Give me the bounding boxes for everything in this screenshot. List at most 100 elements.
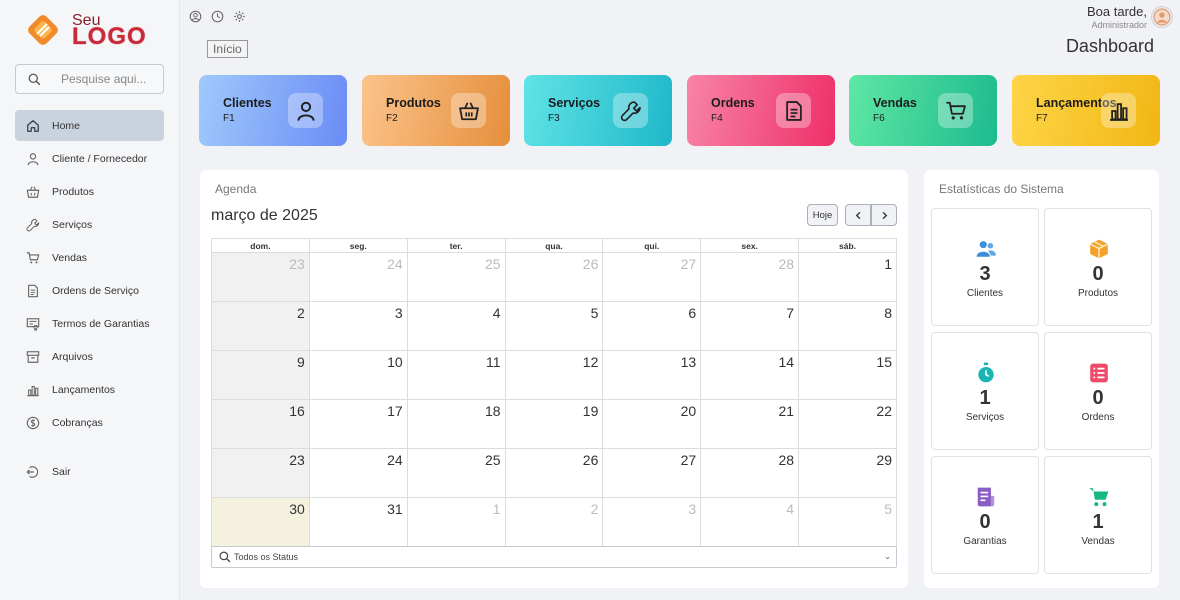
cart-icon bbox=[26, 251, 40, 263]
weekday-label: qua. bbox=[504, 238, 604, 253]
calendar-day[interactable]: 23 bbox=[211, 252, 310, 302]
sidebar-item-ordens[interactable]: Ordens de Serviço bbox=[15, 275, 164, 306]
sidebar-item-arquivos[interactable]: Arquivos bbox=[15, 341, 164, 372]
calendar-week: 9 10 11 12 13 14 15 bbox=[211, 350, 897, 400]
calendar-day-today[interactable]: 30 bbox=[211, 497, 310, 547]
gear-icon[interactable] bbox=[233, 10, 247, 24]
calendar-day[interactable]: 31 bbox=[308, 497, 408, 547]
chevron-right-icon bbox=[882, 211, 887, 219]
bar-chart-icon bbox=[27, 385, 39, 396]
calendar-day[interactable]: 29 bbox=[798, 448, 897, 498]
calendar-day[interactable]: 15 bbox=[798, 350, 897, 400]
calendar-day[interactable]: 26 bbox=[504, 252, 604, 302]
calendar-day[interactable]: 11 bbox=[406, 350, 506, 400]
sidebar-item-clientes[interactable]: Cliente / Fornecedor bbox=[15, 143, 164, 174]
stat-label: Garantias bbox=[963, 536, 1007, 547]
card-produtos[interactable]: Produtos F2 bbox=[362, 75, 510, 146]
calendar-day[interactable]: 1 bbox=[798, 252, 897, 302]
logout-icon bbox=[26, 465, 39, 478]
stat-value: 0 bbox=[979, 511, 991, 533]
card-clientes[interactable]: Clientes F1 bbox=[199, 75, 347, 146]
sidebar-item-home[interactable]: Home bbox=[15, 110, 164, 141]
logout-button[interactable]: Sair bbox=[15, 456, 164, 487]
document-icon bbox=[776, 93, 811, 128]
calendar-day[interactable]: 6 bbox=[602, 301, 702, 351]
card-servicos[interactable]: Serviços F3 bbox=[524, 75, 672, 146]
calendar-day[interactable]: 23 bbox=[211, 448, 310, 498]
card-vendas[interactable]: Vendas F6 bbox=[849, 75, 997, 146]
sidebar-item-label: Termos de Garantias bbox=[52, 317, 150, 330]
chevron-left-icon bbox=[855, 211, 860, 219]
calendar-day[interactable]: 17 bbox=[308, 399, 408, 449]
card-shortcut: F4 bbox=[711, 113, 723, 124]
stat-tile-produtos: 0 Produtos bbox=[1044, 208, 1152, 326]
sidebar: Seu LOGO Home Cliente / Fornecedor Produ… bbox=[0, 0, 180, 600]
calendar-day[interactable]: 2 bbox=[504, 497, 604, 547]
calendar-day[interactable]: 9 bbox=[211, 350, 310, 400]
calendar-day[interactable]: 3 bbox=[602, 497, 702, 547]
calendar-day[interactable]: 21 bbox=[700, 399, 800, 449]
calendar-day[interactable]: 7 bbox=[700, 301, 800, 351]
calendar-day[interactable]: 25 bbox=[406, 252, 506, 302]
status-filter-select[interactable]: Todos os Status ⌄ bbox=[211, 546, 897, 568]
prev-month-button[interactable] bbox=[845, 204, 871, 226]
next-month-button[interactable] bbox=[871, 204, 897, 226]
calendar-day[interactable]: 13 bbox=[602, 350, 702, 400]
sidebar-item-produtos[interactable]: Produtos bbox=[15, 176, 164, 207]
document-icon bbox=[28, 284, 38, 297]
card-shortcut: F3 bbox=[548, 113, 560, 124]
bar-chart-icon bbox=[1101, 93, 1136, 128]
calendar-day[interactable]: 5 bbox=[504, 301, 604, 351]
calendar-day[interactable]: 8 bbox=[798, 301, 897, 351]
calendar-day[interactable]: 27 bbox=[602, 448, 702, 498]
breadcrumb[interactable]: Início bbox=[207, 40, 248, 58]
calendar-day[interactable]: 12 bbox=[504, 350, 604, 400]
calendar-day[interactable]: 4 bbox=[406, 301, 506, 351]
calendar-week: 30 31 1 2 3 4 5 bbox=[211, 497, 897, 547]
sidebar-item-cobrancas[interactable]: Cobranças bbox=[15, 407, 164, 438]
calendar-day[interactable]: 28 bbox=[700, 252, 800, 302]
calendar-day[interactable]: 14 bbox=[700, 350, 800, 400]
calendar-day[interactable]: 16 bbox=[211, 399, 310, 449]
stat-value: 0 bbox=[1092, 387, 1104, 409]
calendar-day[interactable]: 19 bbox=[504, 399, 604, 449]
logout-label: Sair bbox=[52, 465, 71, 478]
calendar-day[interactable]: 24 bbox=[308, 448, 408, 498]
stat-tile-ordens: 0 Ordens bbox=[1044, 332, 1152, 450]
today-button[interactable]: Hoje bbox=[807, 204, 838, 226]
calendar-day[interactable]: 26 bbox=[504, 448, 604, 498]
calendar-day[interactable]: 2 bbox=[211, 301, 310, 351]
calendar-day[interactable]: 1 bbox=[406, 497, 506, 547]
card-lancamentos[interactable]: Lançamentos F7 bbox=[1012, 75, 1160, 146]
sidebar-item-garantias[interactable]: Termos de Garantias bbox=[15, 308, 164, 339]
clock-icon[interactable] bbox=[211, 10, 225, 24]
calendar-day[interactable]: 3 bbox=[308, 301, 408, 351]
calendar-day[interactable]: 10 bbox=[308, 350, 408, 400]
sidebar-item-lancamentos[interactable]: Lançamentos bbox=[15, 374, 164, 405]
calendar-day[interactable]: 22 bbox=[798, 399, 897, 449]
calendar-day[interactable]: 18 bbox=[406, 399, 506, 449]
wrench-icon bbox=[26, 218, 40, 231]
sidebar-item-servicos[interactable]: Serviços bbox=[15, 209, 164, 240]
avatar[interactable] bbox=[1151, 6, 1173, 28]
logo[interactable]: Seu LOGO bbox=[27, 12, 147, 50]
card-title: Clientes bbox=[223, 96, 272, 110]
calendar-day[interactable]: 4 bbox=[700, 497, 800, 547]
calendar-day[interactable]: 20 bbox=[602, 399, 702, 449]
sidebar-item-label: Vendas bbox=[52, 251, 88, 264]
search-box bbox=[15, 64, 164, 94]
calendar-day[interactable]: 24 bbox=[308, 252, 408, 302]
status-filter-value: Todos os Status bbox=[234, 552, 299, 562]
calendar-day[interactable]: 27 bbox=[602, 252, 702, 302]
stats-title: Estatísticas do Sistema bbox=[939, 182, 1064, 196]
stat-value: 3 bbox=[979, 263, 991, 285]
card-title: Serviços bbox=[548, 96, 601, 110]
sidebar-item-vendas[interactable]: Vendas bbox=[15, 242, 164, 273]
calendar-day[interactable]: 25 bbox=[406, 448, 506, 498]
card-title: Ordens bbox=[711, 96, 755, 110]
calendar-day[interactable]: 5 bbox=[798, 497, 897, 547]
search-input[interactable] bbox=[61, 72, 151, 86]
profile-icon[interactable] bbox=[189, 10, 203, 24]
calendar-day[interactable]: 28 bbox=[700, 448, 800, 498]
card-ordens[interactable]: Ordens F4 bbox=[687, 75, 835, 146]
